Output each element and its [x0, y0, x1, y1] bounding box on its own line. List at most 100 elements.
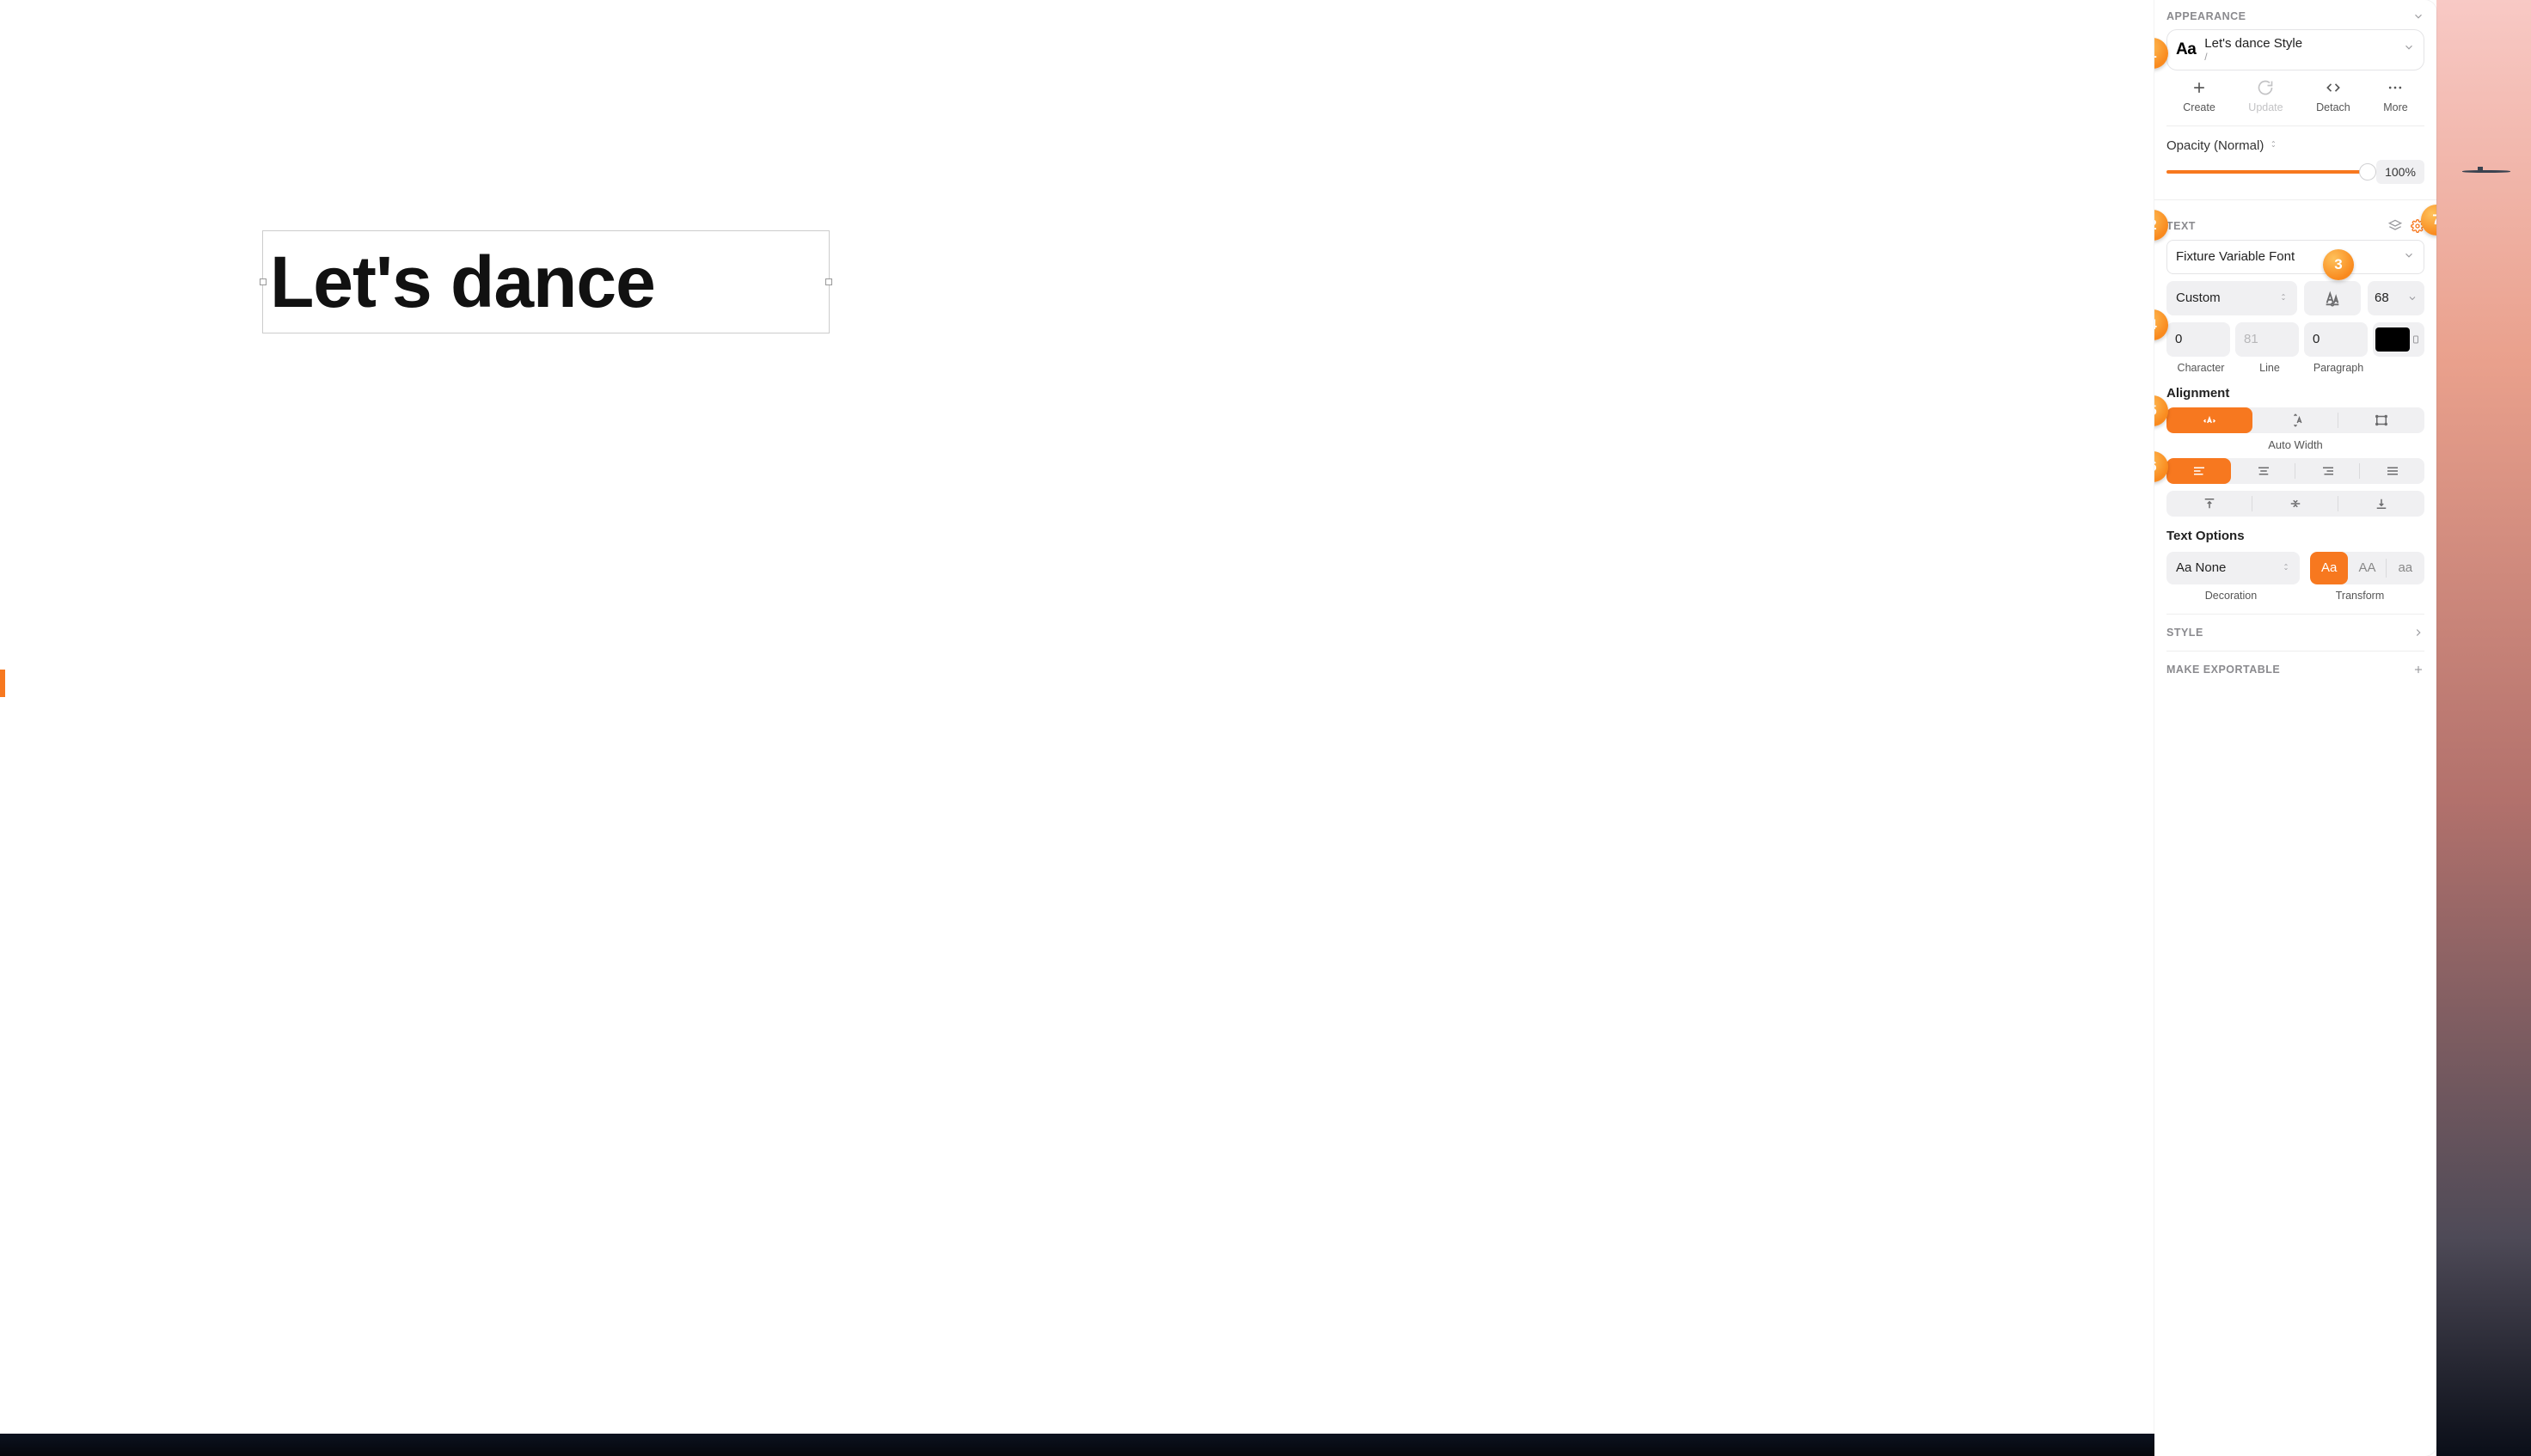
- text-section-header: TEXT: [2166, 209, 2424, 240]
- selected-text-layer[interactable]: Let's dance: [262, 230, 830, 333]
- align-left[interactable]: [2166, 458, 2231, 484]
- transform-lower[interactable]: aa: [2387, 552, 2424, 584]
- sizing-fixed[interactable]: [2338, 407, 2424, 433]
- transform-lower-label: aa: [2398, 560, 2412, 575]
- font-size-value: 68: [2375, 291, 2389, 305]
- opacity-blend-selector[interactable]: Opacity (Normal): [2166, 138, 2424, 153]
- align-center[interactable]: [2231, 458, 2295, 484]
- valign-top-icon: [2202, 496, 2217, 511]
- align-center-icon: [2256, 463, 2271, 479]
- paragraph-label: Paragraph: [2304, 362, 2373, 374]
- update-style-button[interactable]: Update: [2248, 79, 2283, 113]
- text-layer-content[interactable]: Let's dance: [270, 241, 655, 324]
- chevron-down-icon: [2403, 249, 2415, 265]
- fixed-size-icon: [2374, 413, 2389, 428]
- text-transform-segment: Aa AA aa: [2310, 552, 2424, 584]
- valign-middle[interactable]: [2252, 491, 2338, 517]
- font-weight-value: Custom: [2176, 291, 2221, 305]
- canvas-left-indicator: [0, 670, 5, 697]
- auto-width-icon: [2202, 413, 2217, 428]
- font-family-value: Fixture Variable Font: [2176, 249, 2295, 264]
- sizing-mode-label: Auto Width: [2166, 438, 2424, 451]
- text-style-name: Let's dance Style: [2204, 37, 2302, 52]
- text-options-header: Text Options: [2166, 529, 2424, 543]
- detach-style-button[interactable]: Detach: [2316, 79, 2350, 113]
- valign-middle-icon: [2288, 496, 2303, 511]
- font-family-select[interactable]: Fixture Variable Font: [2166, 240, 2424, 274]
- valign-bottom-icon: [2374, 496, 2389, 511]
- line-label: Line: [2235, 362, 2304, 374]
- text-color-swatch[interactable]: [2373, 322, 2424, 357]
- export-section-header[interactable]: MAKE EXPORTABLE: [2166, 651, 2424, 688]
- text-section-title: TEXT: [2166, 220, 2196, 232]
- color-swatch: [2375, 327, 2410, 352]
- transform-upper-label: AA: [2358, 560, 2375, 575]
- auto-height-icon: [2288, 413, 2303, 428]
- appearance-section-header[interactable]: APPEARANCE: [2166, 0, 2424, 29]
- align-justify[interactable]: [2360, 458, 2424, 484]
- transform-label: Transform: [2295, 590, 2424, 602]
- align-right-icon: [2320, 463, 2336, 479]
- transform-none[interactable]: Aa: [2310, 552, 2348, 584]
- style-section-header[interactable]: STYLE: [2166, 614, 2424, 651]
- detach-label: Detach: [2316, 101, 2350, 113]
- variable-axes-icon: [2323, 289, 2342, 308]
- font-weight-select[interactable]: Custom: [2166, 281, 2297, 315]
- align-justify-icon: [2385, 463, 2400, 479]
- chevron-down-icon: [2403, 41, 2415, 58]
- align-right[interactable]: [2295, 458, 2360, 484]
- text-style-path: /: [2204, 52, 2302, 63]
- bottom-bar: [0, 1434, 2154, 1456]
- character-spacing-input[interactable]: 0: [2166, 322, 2230, 357]
- resize-handle-right[interactable]: [825, 278, 832, 285]
- opacity-slider-thumb[interactable]: [2359, 163, 2376, 180]
- transform-upper[interactable]: AA: [2348, 552, 2386, 584]
- text-style-icon: Aa: [2176, 40, 2196, 59]
- vertical-align-segment: [2166, 491, 2424, 517]
- line-spacing-value: 81: [2244, 332, 2258, 346]
- refresh-icon: [2257, 79, 2274, 96]
- text-decoration-select[interactable]: Aa None: [2166, 552, 2300, 584]
- horizontal-align-segment: [2166, 458, 2424, 484]
- resize-handle-left[interactable]: [260, 278, 267, 285]
- paragraph-spacing-value: 0: [2313, 332, 2320, 346]
- plus-icon: [2191, 79, 2208, 96]
- paragraph-spacing-input[interactable]: 0: [2304, 322, 2368, 357]
- text-sizing-segment: [2166, 407, 2424, 433]
- annotation-badge-3: 3: [2323, 249, 2354, 280]
- text-style-selector[interactable]: Aa Let's dance Style /: [2166, 29, 2424, 70]
- desktop-wallpaper: [2436, 0, 2531, 1456]
- alignment-header: Alignment: [2166, 386, 2424, 401]
- character-spacing-value: 0: [2175, 332, 2182, 346]
- wallpaper-boat: [2462, 170, 2510, 173]
- decoration-label: Decoration: [2166, 590, 2295, 602]
- sizing-auto-height[interactable]: [2252, 407, 2338, 433]
- opacity-value-input[interactable]: 100%: [2376, 160, 2424, 184]
- inspector-panel: APPEARANCE Aa Let's dance Style / Create: [2154, 0, 2436, 1456]
- character-label: Character: [2166, 362, 2235, 374]
- valign-bottom[interactable]: [2338, 491, 2424, 517]
- more-label: More: [2383, 101, 2407, 113]
- appearance-section-title: APPEARANCE: [2166, 10, 2246, 22]
- transform-none-label: Aa: [2321, 560, 2337, 575]
- opacity-slider[interactable]: [2166, 170, 2368, 174]
- align-left-icon: [2191, 463, 2207, 479]
- decoration-value: Aa None: [2176, 560, 2226, 575]
- variable-font-axes-button[interactable]: [2304, 281, 2361, 315]
- update-label: Update: [2248, 101, 2283, 113]
- canvas[interactable]: Let's dance: [0, 0, 2154, 1456]
- create-style-button[interactable]: Create: [2183, 79, 2215, 113]
- more-style-button[interactable]: More: [2383, 79, 2407, 113]
- create-label: Create: [2183, 101, 2215, 113]
- valign-top[interactable]: [2166, 491, 2252, 517]
- style-section-title: STYLE: [2166, 627, 2203, 639]
- sizing-auto-width[interactable]: [2166, 407, 2252, 433]
- font-size-select[interactable]: 68: [2368, 281, 2424, 315]
- style-actions: Create Update Detach More: [2166, 70, 2424, 126]
- chevron-down-icon: [2407, 293, 2418, 303]
- line-spacing-input[interactable]: 81: [2235, 322, 2299, 357]
- stepper-icon: [2282, 564, 2290, 572]
- stepper-icon: [2279, 294, 2288, 303]
- unlink-icon: [2325, 79, 2342, 96]
- layers-icon[interactable]: [2388, 219, 2402, 233]
